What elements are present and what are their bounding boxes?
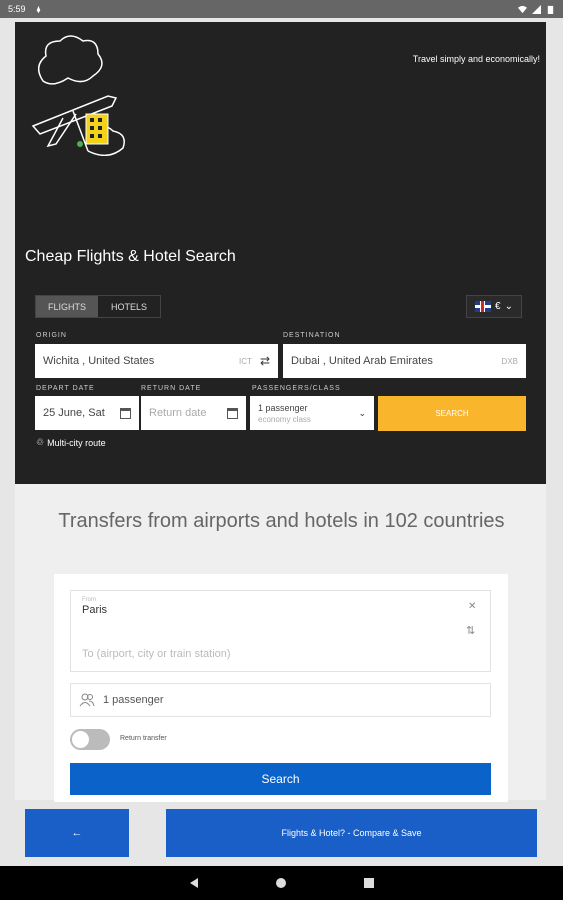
recents-nav-icon[interactable] xyxy=(363,878,374,888)
depart-date-field[interactable]: 25 June, Sat xyxy=(35,396,139,430)
uk-flag-icon xyxy=(475,301,492,312)
tagline: Travel simply and economically! xyxy=(412,54,540,64)
status-bar: 5:59 xyxy=(0,0,563,18)
return-transfer-toggle[interactable] xyxy=(70,729,110,750)
android-nav-bar xyxy=(0,866,563,900)
search-type-tabs: FLIGHTS HOTELS xyxy=(35,295,161,318)
multicity-label: Multi-city route xyxy=(47,437,106,448)
passengers-value: 1 passenger xyxy=(258,402,308,413)
transfer-title: Transfers from airports and hotels in 10… xyxy=(58,510,505,532)
clear-icon[interactable]: ✕ xyxy=(468,601,476,612)
battery-icon xyxy=(547,5,554,14)
return-date-field[interactable]: Return date xyxy=(141,396,246,430)
currency-label: € xyxy=(495,301,501,312)
flight-search-button[interactable]: SEARCH xyxy=(378,396,526,431)
to-input[interactable]: To (airport, city or train station) xyxy=(82,648,231,660)
destination-value: Dubai , United Arab Emirates xyxy=(291,355,433,367)
calendar-icon xyxy=(120,407,131,419)
back-button[interactable]: ← xyxy=(25,809,129,857)
transfer-passengers-field[interactable]: 1 passenger xyxy=(70,683,491,717)
destination-code: DXB xyxy=(501,356,518,366)
origin-value: Wichita , United States xyxy=(43,355,155,367)
recycle-icon: ♲ xyxy=(36,437,45,447)
swap-icon[interactable]: ⇄ xyxy=(260,354,270,368)
chevron-down-icon: ⌄ xyxy=(358,408,366,418)
return-transfer-label: Return transfer xyxy=(120,735,167,742)
class-value: economy class xyxy=(258,414,311,424)
multicity-link[interactable]: ♲ Multi-city route xyxy=(36,437,106,448)
page-title: Cheap Flights & Hotel Search xyxy=(25,248,236,265)
from-input[interactable]: Paris xyxy=(82,604,107,616)
passengers-select[interactable]: 1 passenger economy class ⌄ xyxy=(250,396,374,430)
destination-label: DESTINATION xyxy=(283,332,341,339)
signal-icon xyxy=(532,4,541,14)
language-currency-selector[interactable]: € ⌄ xyxy=(466,295,522,318)
origin-label: ORIGIN xyxy=(36,332,67,339)
depart-date-label: DEPART DATE xyxy=(36,385,95,392)
depart-date-value: 25 June, Sat xyxy=(43,407,105,419)
transfer-search-button[interactable]: Search xyxy=(70,763,491,795)
passengers-label: PASSENGERS/CLASS xyxy=(252,385,341,392)
wifi-icon xyxy=(518,5,527,13)
return-date-placeholder: Return date xyxy=(149,407,207,419)
destination-field[interactable]: Dubai , United Arab Emirates DXB xyxy=(283,344,526,378)
return-date-label: RETURN DATE xyxy=(141,385,202,392)
people-icon xyxy=(79,693,95,707)
origin-code: ICT xyxy=(239,356,252,366)
transfer-passengers-value: 1 passenger xyxy=(103,694,164,706)
chevron-down-icon: ⌄ xyxy=(504,301,513,312)
swap-icon[interactable]: ⇅ xyxy=(466,624,475,637)
home-nav-icon[interactable] xyxy=(275,878,286,888)
calendar-icon xyxy=(227,407,238,419)
origin-field[interactable]: Wichita , United States ICT ⇄ xyxy=(35,344,278,378)
status-time: 5:59 xyxy=(8,4,26,14)
from-label: From xyxy=(82,597,96,603)
travel-logo xyxy=(31,35,125,156)
back-nav-icon[interactable] xyxy=(189,878,198,888)
notification-icon xyxy=(36,5,40,13)
compare-save-button[interactable]: Flights & Hotel? - Compare & Save xyxy=(166,809,537,857)
tab-hotels[interactable]: HOTELS xyxy=(98,296,160,317)
tab-flights[interactable]: FLIGHTS xyxy=(36,296,98,317)
